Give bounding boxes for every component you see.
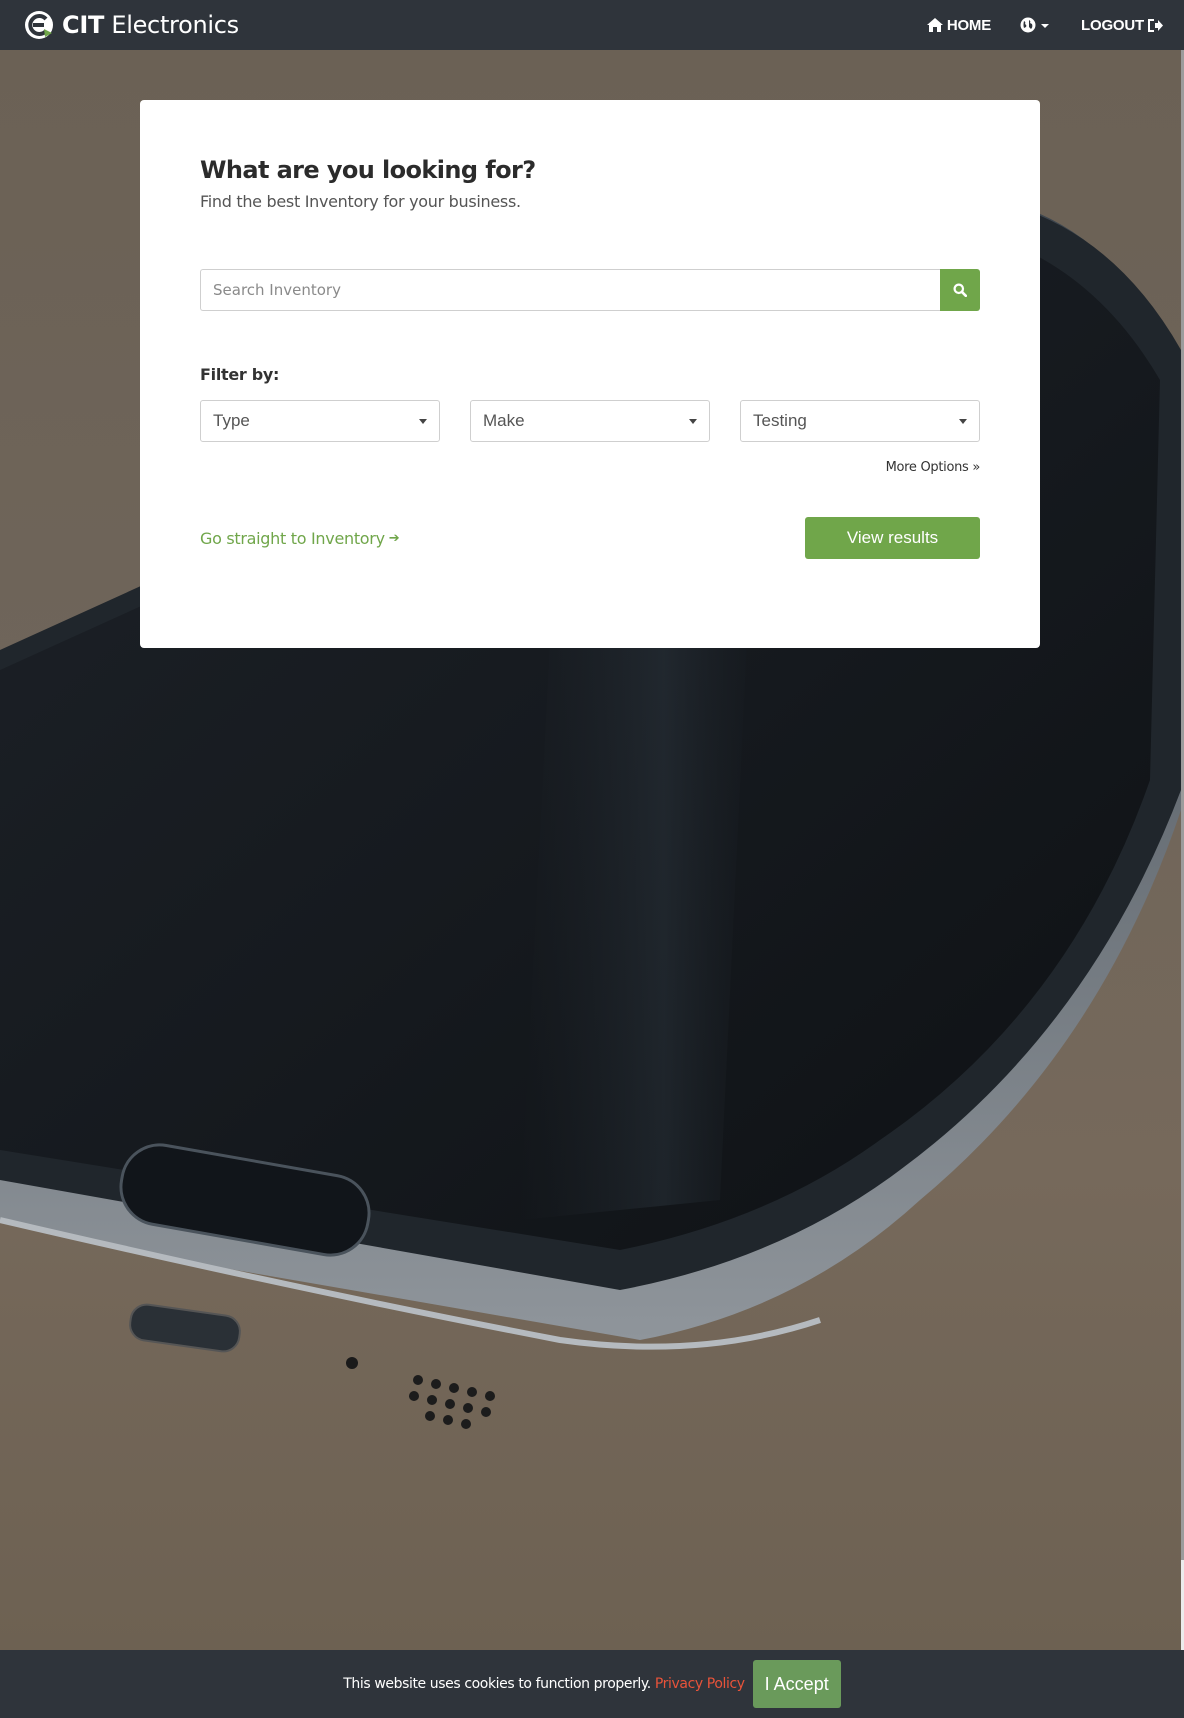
brand-name: CIT Electronics (62, 11, 239, 39)
nav-logout-label: LOGOUT (1081, 16, 1144, 34)
brand[interactable]: CIT Electronics (24, 10, 239, 40)
nav-home-link[interactable]: HOME (926, 17, 991, 34)
type-select[interactable]: Type (200, 400, 440, 442)
nav-logout-link[interactable]: LOGOUT (1081, 17, 1164, 34)
language-dropdown[interactable] (1020, 17, 1050, 33)
cookie-message: This website uses cookies to function pr… (343, 1676, 651, 1692)
search-icon (953, 283, 967, 297)
search-panel: What are you looking for? Find the best … (140, 100, 1040, 648)
make-select[interactable]: Make (470, 400, 710, 442)
panel-actions: Go straight to Inventory ➔ View results (200, 517, 980, 559)
accept-cookies-button[interactable]: I Accept (752, 1660, 841, 1708)
logout-icon (1148, 18, 1163, 32)
chevron-down-icon (689, 418, 697, 424)
go-to-inventory-link[interactable]: Go straight to Inventory ➔ (200, 528, 400, 548)
view-results-button[interactable]: View results (805, 517, 980, 559)
nav-home-label: HOME (946, 16, 992, 34)
page-subtitle: Find the best Inventory for your busines… (200, 192, 521, 211)
cookie-banner: This website uses cookies to function pr… (0, 1650, 1184, 1718)
cit-logo-icon (25, 11, 53, 39)
home-icon (926, 18, 943, 32)
testing-select-value: Testing (753, 411, 807, 430)
search-input[interactable] (200, 269, 940, 311)
page-title: What are you looking for? (200, 156, 536, 184)
privacy-policy-link[interactable]: Privacy Policy (655, 1676, 745, 1692)
filter-label: Filter by: (200, 365, 280, 384)
globe-icon (1020, 17, 1036, 33)
chevron-down-icon (959, 418, 967, 424)
chevron-down-icon (1041, 24, 1050, 28)
testing-select[interactable]: Testing (740, 400, 980, 442)
more-options-link[interactable]: More Options » (200, 460, 981, 475)
arrow-right-icon: ➔ (388, 530, 400, 546)
search-button[interactable] (940, 269, 980, 311)
make-select-value: Make (483, 411, 525, 430)
filter-row: Type Make Testing (200, 400, 980, 442)
type-select-value: Type (213, 411, 250, 430)
go-to-inventory-label: Go straight to Inventory (200, 528, 385, 548)
search-bar (200, 269, 980, 311)
top-navbar: CIT Electronics HOME LOGOUT (0, 0, 1184, 50)
chevron-down-icon (419, 418, 427, 424)
